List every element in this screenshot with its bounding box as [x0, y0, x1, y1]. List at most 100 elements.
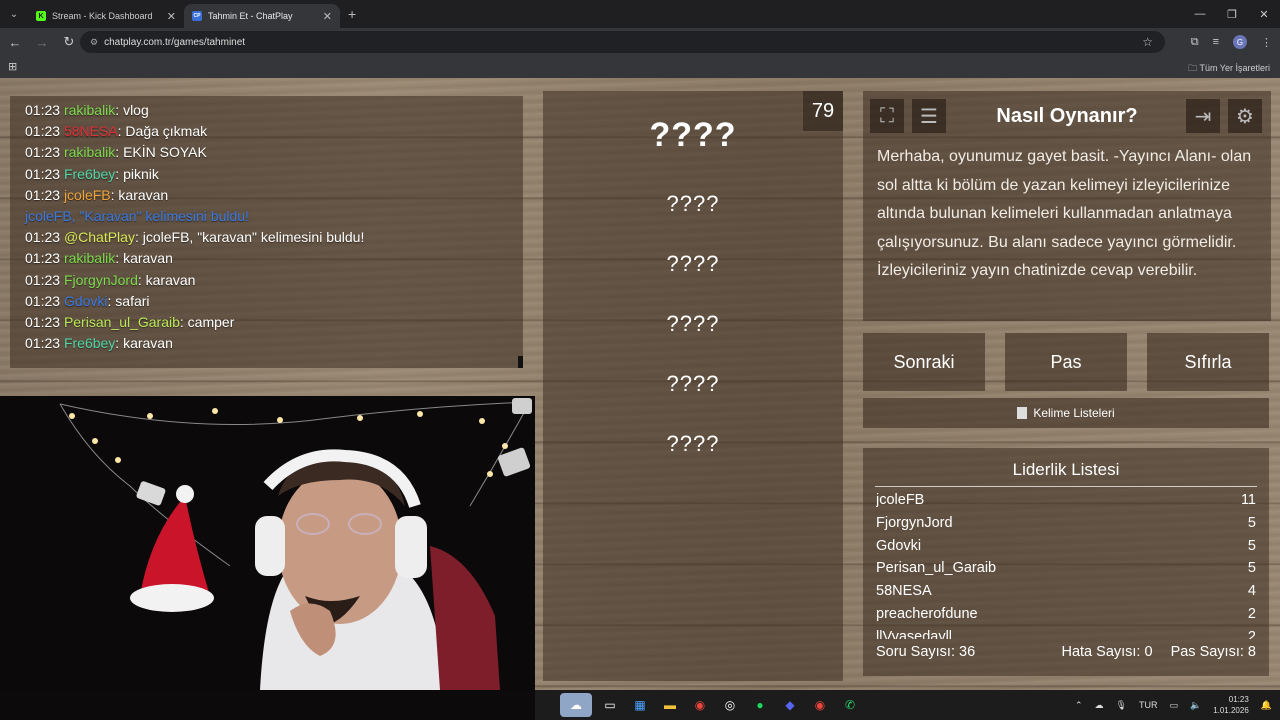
tab-close-icon[interactable]: ✕	[167, 10, 176, 23]
reload-icon[interactable]: ↻	[57, 34, 81, 50]
close-window-button[interactable]: ✕	[1248, 0, 1280, 28]
new-tab-button[interactable]: +	[348, 6, 356, 22]
chat-username[interactable]: Perisan_ul_Garaib	[64, 314, 180, 330]
leaderboard-row: Gdovki 5	[876, 535, 1256, 558]
webcam-scene	[0, 396, 535, 690]
player-score: 5	[1247, 514, 1256, 531]
whatsapp-icon[interactable]: ✆	[838, 693, 862, 717]
network-icon[interactable]: ▭	[1169, 700, 1178, 711]
settings-gear-icon[interactable]: ⚙	[1228, 99, 1262, 133]
reset-button[interactable]: Sıfırla	[1147, 333, 1269, 391]
chat-message-text: : karavan	[110, 186, 169, 203]
chat-username[interactable]: Fre6bey	[64, 335, 115, 351]
obs-icon[interactable]: ◎	[718, 693, 742, 717]
restore-button[interactable]: ❐	[1216, 0, 1248, 28]
chat-message: 01:23 rakibalik: vlog	[25, 100, 508, 121]
windows-taskbar: ☁ ▭ ▦ ▬ ◉ ◎ ● ◆ ◉ ✆ ⌃ ☁ 🎙 TUR ▭ 🔈 01:23 …	[0, 690, 1280, 720]
question-count: Soru Sayısı: 36	[876, 644, 976, 660]
media-controls-icon[interactable]: ≡	[1213, 36, 1219, 48]
chat-message-text: : camper	[179, 314, 235, 331]
chat-username[interactable]: rakibalik	[64, 250, 115, 266]
tray-chevron-icon[interactable]: ⌃	[1075, 700, 1083, 711]
pass-button[interactable]: Pas	[1005, 333, 1127, 391]
tab-chatplay[interactable]: CP Tahmin Et - ChatPlay ✕	[184, 4, 340, 28]
taboo-word: ????	[666, 311, 720, 336]
file-explorer-icon[interactable]: ▬	[658, 693, 682, 717]
chat-username[interactable]: rakibalik	[64, 144, 115, 160]
onedrive-icon[interactable]: ☁	[1095, 700, 1104, 711]
forward-arrow-icon[interactable]: →	[30, 35, 54, 50]
task-view-icon[interactable]: ▭	[598, 693, 622, 717]
chat-message-text: : karavan	[115, 335, 173, 352]
player-name: preacherofdune	[876, 605, 978, 622]
chat-timestamp: 01:23	[25, 335, 61, 352]
site-info-icon[interactable]: ⚙	[90, 37, 98, 48]
logout-icon[interactable]: ⇥	[1186, 99, 1220, 133]
back-arrow-icon[interactable]: ←	[3, 35, 27, 50]
microphone-icon[interactable]: 🎙	[1116, 700, 1127, 711]
clock[interactable]: 01:23 1.01.2026	[1213, 694, 1249, 716]
player-name: llVyasedayll	[876, 628, 953, 639]
chat-timestamp: 01:23	[25, 123, 61, 140]
chat-message-text: : EKİN SOYAK	[115, 144, 207, 161]
weather-widget-icon[interactable]: ☁	[560, 693, 592, 717]
chat-message: 01:23 FjorgynJord: karavan	[25, 270, 508, 291]
chat-username[interactable]: @ChatPlay	[64, 229, 135, 245]
tab-kick-dashboard[interactable]: K Stream - Kick Dashboard ✕	[28, 4, 184, 28]
tab-title: Tahmin Et - ChatPlay	[208, 11, 293, 21]
chat-username[interactable]: Fre6bey	[64, 166, 115, 182]
error-count: Hata Sayısı: 0	[1061, 644, 1153, 660]
window-controls: — ❐ ✕	[1184, 0, 1280, 28]
chrome-profile-icon[interactable]: ◉	[808, 693, 832, 717]
profile-avatar[interactable]: G	[1233, 35, 1247, 49]
game-stats: Soru Sayısı: 36 Hata Sayısı: 0 Pas Sayıs…	[876, 644, 1256, 660]
tab-search-icon[interactable]: ⌄	[0, 0, 28, 28]
how-to-play-description: Merhaba, oyunumuz gayet basit. -Yayıncı …	[877, 148, 1252, 279]
player-name: FjorgynJord	[876, 514, 953, 531]
all-bookmarks-label: Tüm Yer İşaretleri	[1199, 63, 1270, 73]
menu-kebab-icon[interactable]: ⋮	[1261, 36, 1272, 49]
spotify-icon[interactable]: ●	[748, 693, 772, 717]
chat-username[interactable]: jcoleFB	[64, 187, 111, 203]
apps-grid-icon[interactable]: ⊞	[8, 60, 17, 73]
chat-message: 01:23 58NESA: Dağa çıkmak	[25, 121, 508, 142]
bookmark-star-icon[interactable]: ☆	[1142, 35, 1153, 49]
word-card: 79 ???? ???? ???? ???? ???? ????	[543, 91, 843, 681]
leaderboard-title: Liderlik Listesi	[875, 460, 1257, 487]
minimize-button[interactable]: —	[1184, 0, 1216, 28]
player-score: 11	[1240, 492, 1256, 508]
notifications-icon[interactable]: 🔔	[1261, 700, 1272, 711]
chat-message-text: : jcoleFB, "karavan" kelimesini buldu!	[134, 229, 365, 246]
chat-system-message: jcoleFB, "Karavan" kelimesini buldu!	[25, 206, 508, 227]
chat-scrollbar[interactable]	[518, 356, 523, 368]
tab-close-icon[interactable]: ✕	[323, 10, 332, 23]
player-score: 2	[1247, 605, 1256, 622]
clock-time: 01:23	[1228, 695, 1249, 704]
url-bar[interactable]: ⚙ chatplay.com.tr/games/tahminet ☆	[80, 31, 1165, 53]
chat-username[interactable]: FjorgynJord	[64, 272, 138, 288]
word-lists-label: Kelime Listeleri	[1033, 406, 1115, 420]
chat-message-text: : karavan	[115, 250, 173, 267]
store-icon[interactable]: ▦	[628, 693, 652, 717]
chat-message-text: : safari	[107, 292, 150, 309]
discord-icon[interactable]: ◆	[778, 693, 802, 717]
chat-username[interactable]: Gdovki	[64, 293, 108, 309]
word-lists-button[interactable]: Kelime Listeleri	[863, 398, 1269, 428]
chrome-icon[interactable]: ◉	[688, 693, 712, 717]
chat-message: 01:23 Fre6bey: karavan	[25, 333, 508, 354]
chat-username[interactable]: rakibalik	[64, 102, 115, 118]
streamer-webcam	[0, 396, 535, 690]
language-indicator[interactable]: TUR	[1139, 700, 1158, 710]
clock-date: 1.01.2026	[1213, 706, 1249, 715]
url-text: chatplay.com.tr/games/tahminet	[104, 36, 246, 48]
chat-message: 01:23 rakibalik: karavan	[25, 248, 508, 269]
all-bookmarks-button[interactable]: 🗀 Tüm Yer İşaretleri	[1188, 61, 1270, 77]
volume-icon[interactable]: 🔈	[1190, 700, 1201, 711]
chat-message-text: : piknik	[115, 165, 159, 182]
chat-message: 01:23 jcoleFB: karavan	[25, 185, 508, 206]
extensions-icon[interactable]: ⧉	[1191, 36, 1199, 49]
chat-timestamp: 01:23	[25, 144, 61, 161]
player-score: 4	[1247, 583, 1256, 600]
chat-username[interactable]: 58NESA	[64, 123, 118, 139]
next-button[interactable]: Sonraki	[863, 333, 985, 391]
